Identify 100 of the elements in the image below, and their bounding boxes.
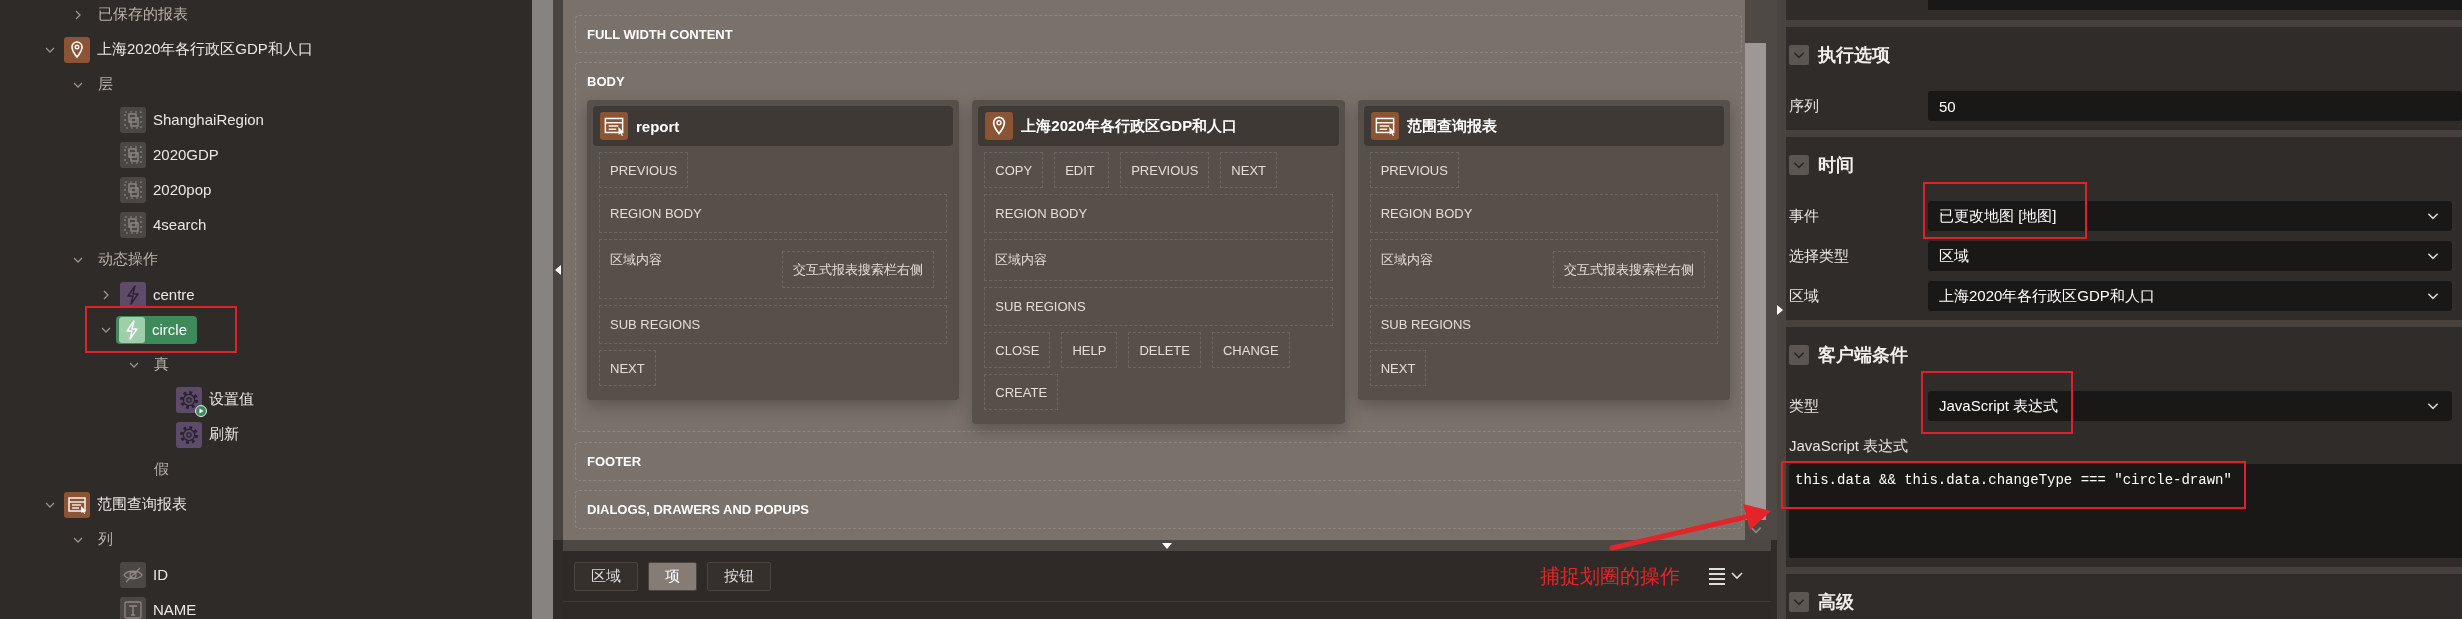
- position-slot[interactable]: PREVIOUS: [1369, 152, 1459, 188]
- region-slot[interactable]: REGION BODY: [1369, 194, 1718, 233]
- field-label: 事件: [1789, 206, 1820, 226]
- layer-icon: [120, 141, 146, 168]
- section-title: 时间: [1818, 154, 1854, 177]
- section-title: 高级: [1818, 591, 1854, 614]
- position-slot[interactable]: PREVIOUS: [599, 152, 689, 188]
- slot-label: 区域内容: [1379, 251, 1434, 269]
- field-label: 区域: [1789, 286, 1820, 306]
- select-field[interactable]: 区域: [1928, 241, 2452, 271]
- region-title: BODY: [586, 73, 626, 91]
- position-slot[interactable]: EDIT: [1054, 152, 1110, 188]
- collapse-toggle[interactable]: [1789, 592, 1809, 612]
- tree-node[interactable]: circle: [116, 315, 197, 344]
- position-slot[interactable]: 交互式报表搜索栏右侧: [782, 251, 935, 288]
- report-icon: [64, 491, 90, 518]
- collapse-toggle[interactable]: [1789, 345, 1809, 365]
- report-icon: [1370, 112, 1399, 140]
- tree-node[interactable]: 范围查询报表: [60, 490, 191, 519]
- region-card[interactable]: 上海2020年各行政区GDP和人口 COPY EDIT PREVIOUS NEXT REGION BODY 区域内容 SUB REGIONS CLOSE HELP DELETE CHANGE CREATE: [972, 100, 1345, 424]
- region-slot[interactable]: SUB REGIONS: [599, 305, 948, 344]
- tree-node[interactable]: 刷新: [172, 420, 243, 449]
- section-title: 客户端条件: [1818, 344, 1908, 367]
- scrollbar-thumb[interactable]: [532, 0, 553, 619]
- collapse-toggle[interactable]: [1789, 45, 1809, 65]
- position-slot[interactable]: NEXT: [599, 350, 656, 386]
- lightning-icon: [120, 281, 146, 308]
- tree-node[interactable]: NAME: [116, 595, 201, 619]
- scrollbar-thumb[interactable]: [1745, 43, 1766, 520]
- annotation-note: 捕捉划圈的操作: [1540, 564, 1680, 589]
- position-slot[interactable]: PREVIOUS: [1120, 152, 1210, 188]
- tree-node[interactable]: 假: [144, 455, 173, 484]
- card-title: 上海2020年各行政区GDP和人口: [1021, 116, 1238, 136]
- code-editor[interactable]: this.data && this.data.changeType === "circle-drawn": [1789, 464, 2462, 558]
- position-slot[interactable]: CLOSE: [984, 332, 1051, 368]
- tree-node[interactable]: 设置值: [172, 381, 256, 418]
- slot-label: SUB REGIONS: [1379, 316, 1472, 334]
- map-pin-icon: [64, 36, 90, 63]
- region-slot[interactable]: REGION BODY: [599, 194, 948, 233]
- tree-node[interactable]: 真: [144, 350, 173, 379]
- slot-label: SUB REGIONS: [994, 298, 1087, 316]
- layer-icon: [120, 211, 146, 238]
- region-slot[interactable]: 区域内容: [984, 239, 1333, 281]
- report-icon: [600, 112, 628, 140]
- select-field[interactable]: 已更改地图 [地图]: [1928, 201, 2452, 231]
- field-label: 类型: [1789, 396, 1820, 416]
- input-field[interactable]: 50: [1928, 91, 2462, 121]
- field-label: 序列: [1789, 96, 1820, 116]
- region-slot[interactable]: SUB REGIONS: [984, 287, 1333, 326]
- tree-node[interactable]: 上海2020年各行政区GDP和人口: [60, 35, 317, 64]
- position-slot[interactable]: HELP: [1061, 332, 1118, 368]
- region-slot[interactable]: 区域内容 交互式报表搜索栏右侧: [1369, 239, 1718, 299]
- region-card[interactable]: report PREVIOUS REGION BODY 区域内容 交互式报表搜索栏右侧 SUB REGIONS NEXT: [587, 100, 960, 400]
- tree-node[interactable]: 列: [88, 525, 117, 554]
- tree-node[interactable]: ID: [116, 560, 172, 589]
- region-title: DIALOGS, DRAWERS AND POPUPS: [586, 501, 810, 519]
- select-field[interactable]: 上海2020年各行政区GDP和人口: [1928, 281, 2452, 311]
- eye-slash-icon: [120, 561, 146, 588]
- slot-label: SUB REGIONS: [609, 316, 702, 334]
- position-slot[interactable]: NEXT: [1369, 350, 1427, 386]
- tree-node[interactable]: 已保存的报表: [88, 0, 192, 29]
- tab[interactable]: 按钮: [707, 562, 771, 591]
- tree-node[interactable]: 动态操作: [88, 245, 162, 274]
- position-slot[interactable]: DELETE: [1128, 332, 1201, 368]
- tree-node[interactable]: 层: [88, 70, 117, 99]
- field-label: JavaScript 表达式: [1789, 437, 1910, 456]
- tab[interactable]: 区域: [574, 562, 638, 591]
- slot-label: REGION BODY: [994, 205, 1089, 223]
- gear-icon: [176, 421, 202, 448]
- region-slot[interactable]: 区域内容 交互式报表搜索栏右侧: [599, 239, 948, 299]
- gear-icon: [176, 386, 202, 413]
- collapse-down-icon[interactable]: [1162, 542, 1172, 549]
- field-label: 选择类型: [1789, 246, 1850, 266]
- region-slot[interactable]: SUB REGIONS: [1369, 305, 1718, 344]
- tab[interactable]: 项: [648, 562, 697, 591]
- tree-node[interactable]: 2020pop: [116, 175, 216, 204]
- slot-label: REGION BODY: [609, 205, 703, 223]
- section-title: 执行选项: [1818, 44, 1890, 67]
- position-slot[interactable]: COPY: [984, 152, 1044, 188]
- tree-node[interactable]: ShanghaiRegion: [116, 105, 268, 134]
- text-field-icon: [120, 596, 146, 619]
- position-slot[interactable]: 交互式报表搜索栏右侧: [1553, 251, 1705, 288]
- slot-label: 区域内容: [609, 251, 663, 269]
- region-slot[interactable]: REGION BODY: [984, 194, 1333, 233]
- tree-node[interactable]: centre: [116, 280, 199, 309]
- region-title: FOOTER: [586, 453, 643, 471]
- position-slot[interactable]: CREATE: [984, 374, 1059, 410]
- select-field[interactable]: JavaScript 表达式: [1928, 391, 2452, 421]
- collapse-toggle[interactable]: [1789, 155, 1809, 175]
- tree-node[interactable]: 4search: [116, 210, 211, 239]
- region-card[interactable]: 范围查询报表 PREVIOUS REGION BODY 区域内容 交互式报表搜索栏右侧 SUB REGIONS NEXT: [1357, 100, 1730, 400]
- position-slot[interactable]: NEXT: [1220, 152, 1278, 188]
- slot-label: 区域内容: [994, 251, 1049, 269]
- card-title: report: [636, 117, 680, 135]
- region-title: FULL WIDTH CONTENT: [586, 26, 734, 44]
- position-slot[interactable]: CHANGE: [1211, 332, 1290, 368]
- collapse-left-icon[interactable]: [555, 265, 561, 275]
- menu-icon[interactable]: [1707, 566, 1745, 586]
- map-pin-icon: [985, 112, 1014, 140]
- tree-node[interactable]: 2020GDP: [116, 140, 223, 169]
